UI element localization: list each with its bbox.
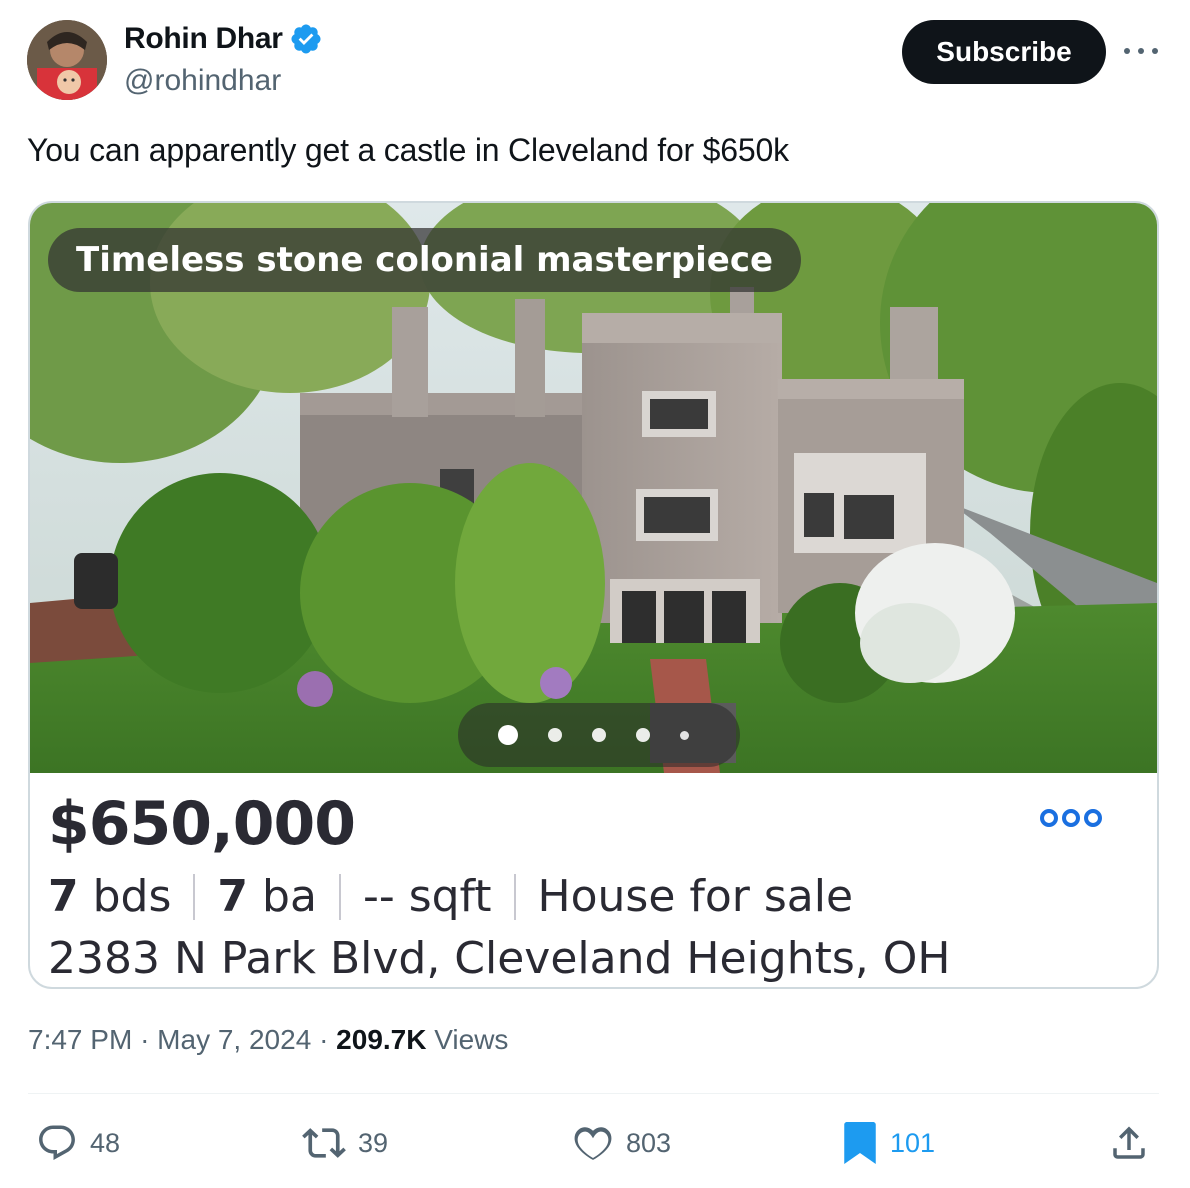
author-name-row[interactable]: Rohin Dhar (124, 22, 323, 56)
sqft: -- sqft (362, 871, 492, 922)
repost-button[interactable]: 39 (302, 1118, 388, 1168)
reply-count: 48 (90, 1127, 121, 1158)
baths-value: 7 (217, 871, 249, 922)
facts-divider (193, 873, 196, 920)
repost-icon (302, 1128, 346, 1158)
tweet-meta: 7:47 PM · May 7, 2024 · 209.7K Views (28, 1024, 508, 1056)
reply-icon (39, 1125, 75, 1160)
listing-card[interactable]: Timeless stone colonial masterpiece $650… (28, 201, 1159, 989)
author-name[interactable]: Rohin Dhar (124, 22, 283, 56)
share-button[interactable] (1108, 1118, 1150, 1168)
beds-value: 7 (48, 871, 79, 922)
divider (28, 1093, 1159, 1094)
author-handle[interactable]: @rohindhar (124, 64, 281, 98)
more-icon[interactable] (1124, 36, 1158, 66)
verified-badge-icon (291, 24, 321, 54)
carousel-dot[interactable] (680, 730, 689, 740)
listing-more-icon[interactable] (1040, 809, 1102, 827)
share-icon (1113, 1126, 1145, 1159)
carousel-dot[interactable] (636, 728, 650, 742)
carousel-dot[interactable] (548, 728, 562, 742)
tweet-date[interactable]: May 7, 2024 (157, 1024, 311, 1055)
repost-count: 39 (358, 1127, 389, 1158)
like-icon (574, 1127, 612, 1160)
listing-facts: 7 bds 7 ba -- sqft House for sale (48, 871, 853, 922)
tweet-time[interactable]: 7:47 PM (28, 1024, 132, 1055)
baths-unit: ba (262, 871, 317, 922)
carousel-dot[interactable] (592, 728, 606, 742)
heart-icon[interactable] (1034, 229, 1157, 773)
like-button[interactable]: 803 (572, 1118, 671, 1168)
facts-divider (513, 873, 516, 920)
action-bar: 48 39 803 101 (0, 1118, 1190, 1168)
meta-separator: · (140, 1024, 158, 1055)
avatar[interactable] (27, 20, 107, 100)
tweet-text: You can apparently get a castle in Cleve… (27, 132, 789, 168)
bookmark-icon (844, 1122, 876, 1164)
photo-carousel-dots[interactable] (458, 703, 740, 767)
facts-divider (338, 873, 341, 920)
subscribe-button[interactable]: Subscribe (902, 20, 1106, 84)
carousel-dot[interactable] (498, 725, 518, 745)
meta-separator: · (319, 1024, 337, 1055)
beds-unit: bds (92, 871, 172, 922)
reply-button[interactable]: 48 (36, 1118, 120, 1168)
bookmark-button[interactable]: 101 (842, 1118, 935, 1168)
listing-photo[interactable]: Timeless stone colonial masterpiece (30, 203, 1157, 773)
listing-type: House for sale (537, 871, 854, 922)
listing-address: 2383 N Park Blvd, Cleveland Heights, OH (48, 933, 951, 984)
bookmark-count: 101 (890, 1127, 936, 1158)
views-count: 209.7K (336, 1024, 427, 1055)
listing-price: $650,000 (48, 789, 356, 859)
listing-caption: Timeless stone colonial masterpiece (48, 228, 802, 292)
views-label: Views (434, 1024, 509, 1055)
like-count: 803 (626, 1127, 672, 1158)
